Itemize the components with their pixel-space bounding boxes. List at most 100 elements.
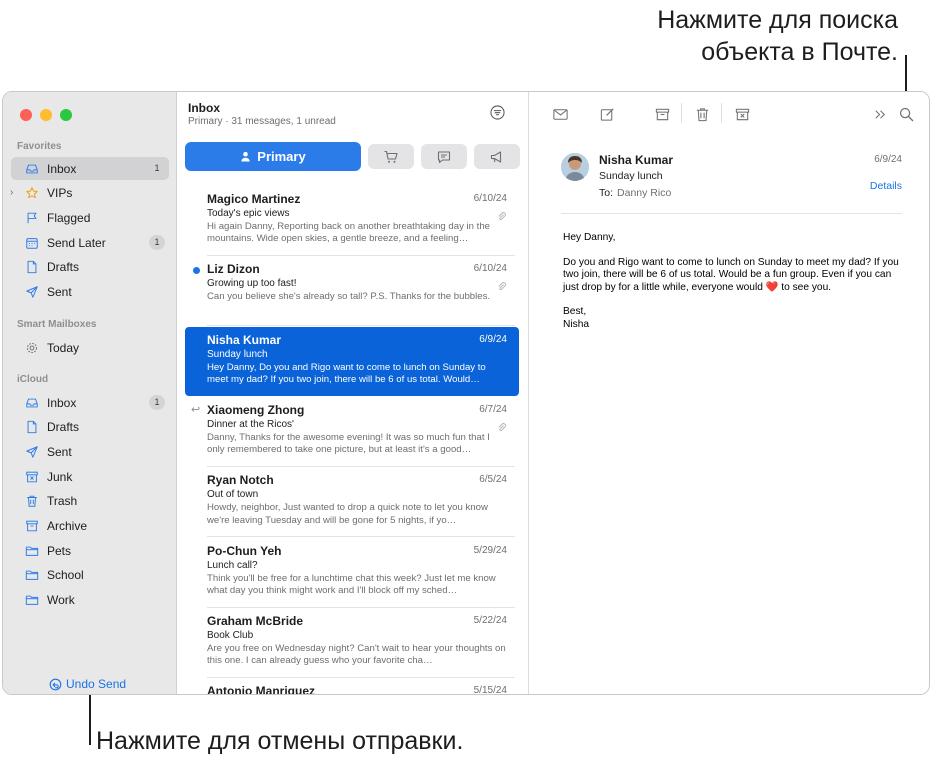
mailbox-subtitle: Primary · 31 messages, 1 unread — [188, 116, 336, 127]
sidebar-item-label: Inbox — [47, 395, 77, 410]
body-paragraph: Do you and Rigo want to come to lunch on… — [563, 257, 908, 295]
archive-button[interactable] — [653, 105, 671, 123]
sidebar-item-label: Pets — [47, 543, 72, 558]
message-subject: Sunday lunch — [207, 348, 268, 360]
sidebar-item-pets[interactable]: Pets — [11, 539, 169, 562]
search-button[interactable] — [897, 105, 915, 123]
message-list-item[interactable]: Antonio Manriquez 5/15/24 — [185, 678, 519, 695]
unread-count-badge: 1 — [149, 235, 165, 251]
sender-name: Ryan Notch — [207, 473, 274, 488]
replied-arrow-icon: ↩ — [191, 403, 201, 416]
tab-transactions[interactable] — [368, 144, 414, 169]
message-preview: Howdy, neighbor, Just wanted to drop a q… — [207, 502, 488, 526]
inbox-icon — [25, 396, 39, 410]
tab-primary[interactable]: Primary — [185, 142, 361, 171]
sidebar-item-label: Trash — [47, 494, 78, 509]
body-text: Do you and Rigo want to come to lunch on… — [563, 256, 899, 293]
sidebar-item-today[interactable]: Today — [11, 336, 169, 359]
message-subject: Out of town — [207, 489, 259, 501]
window-controls — [20, 109, 72, 121]
star-icon — [25, 186, 39, 200]
trash-icon — [696, 107, 708, 121]
paperplane-icon — [25, 285, 39, 299]
sidebar-item-sent[interactable]: Sent — [11, 440, 169, 463]
inbox-icon — [25, 162, 39, 176]
search-icon — [899, 107, 913, 121]
unread-count-badge: 1 — [149, 395, 165, 410]
sidebar-item-label: School — [47, 568, 84, 583]
minimize-window-button[interactable] — [40, 109, 52, 121]
trash-button[interactable] — [693, 105, 711, 123]
tab-primary-label: Primary — [257, 149, 306, 164]
message-date: 6/9/24 — [479, 333, 507, 345]
message-list-item[interactable]: Po-Chun Yeh 5/29/24 Lunch call? Think you'l… — [185, 538, 519, 608]
search-callout: Нажмите для поиска объекта в Почте. — [657, 6, 898, 66]
sidebar-item-inbox[interactable]: Inbox 1 — [11, 391, 169, 414]
message-date: 6/10/24 — [473, 263, 507, 275]
undo-send-button[interactable]: Undo Send — [49, 677, 126, 691]
sidebar-item-archive[interactable]: Archive — [11, 515, 169, 538]
tab-promotions[interactable] — [474, 144, 520, 169]
sidebar-item-label: Send Later — [47, 235, 106, 250]
sidebar-item-label: Today — [47, 340, 80, 355]
sidebar-item-inbox[interactable]: Inbox 1 — [11, 157, 169, 180]
tab-updates[interactable] — [421, 144, 467, 169]
mail-window: Favorites Inbox 1 › VIPs Flagged Send Later 1 D… — [2, 91, 930, 695]
more-toolbar-button[interactable] — [871, 105, 889, 123]
sender-name: Graham McBride — [207, 613, 304, 628]
sidebar-item-drafts[interactable]: Drafts — [11, 416, 169, 439]
message-list-item[interactable]: Liz Dizon 6/10/24 Growing up too fast! Can … — [185, 256, 519, 327]
archive-icon — [25, 519, 39, 533]
get-mail-button[interactable] — [551, 105, 569, 123]
sender-name: Nisha Kumar — [207, 332, 282, 347]
sidebar-item-send-later[interactable]: Send Later 1 — [11, 231, 169, 254]
paperclip-icon — [497, 279, 507, 291]
message-date: 5/15/24 — [473, 685, 507, 695]
icloud-section-title: iCloud — [17, 374, 49, 385]
close-window-button[interactable] — [20, 109, 32, 121]
sidebar-item-vips[interactable]: › VIPs — [10, 182, 169, 205]
message-subject: Growing up too fast! — [207, 278, 297, 290]
sidebar-item-label: VIPs — [47, 186, 73, 201]
sidebar-item-junk[interactable]: Junk — [11, 465, 169, 488]
sidebar-item-drafts[interactable]: Drafts — [11, 256, 169, 279]
sender-name: Antonio Manriquez — [207, 684, 315, 695]
sidebar-item-sent[interactable]: Sent — [11, 281, 169, 304]
message-body: Hey Danny, Do you and Rigo want to come … — [563, 232, 908, 344]
to-label: To: — [599, 187, 614, 199]
zoom-window-button[interactable] — [60, 109, 72, 121]
envelope-icon — [552, 108, 568, 120]
message-list-item[interactable]: Graham McBride 5/22/24 Book Club Are you fr… — [185, 608, 519, 678]
message-list-item[interactable]: Nisha Kumar 6/9/24 Sunday lunch Hey Danny, … — [185, 326, 519, 396]
message-date: 6/7/24 — [479, 403, 507, 415]
message-subject: Dinner at the Ricos' — [207, 418, 294, 430]
smart-mailboxes-section-title: Smart Mailboxes — [17, 319, 97, 330]
message-list-pane: Inbox Primary · 31 messages, 1 unread Pr… — [177, 92, 529, 694]
filter-icon[interactable] — [490, 105, 505, 120]
junk-button[interactable] — [733, 105, 751, 123]
undo-icon — [49, 678, 62, 690]
sidebar-item-school[interactable]: School — [11, 564, 169, 587]
sidebar-item-label: Inbox — [47, 161, 77, 176]
sidebar-item-label: Drafts — [47, 420, 80, 435]
sidebar-item-label: Flagged — [47, 210, 91, 225]
details-link[interactable]: Details — [870, 180, 902, 192]
chevron-right-icon[interactable]: › — [10, 187, 13, 198]
compose-button[interactable] — [598, 105, 616, 123]
archive-icon — [655, 108, 669, 120]
message-list-item[interactable]: Ryan Notch 6/5/24 Out of town Howdy, neighb… — [185, 467, 519, 538]
document-icon — [25, 420, 39, 434]
heart-emoji: ❤️ — [765, 281, 779, 293]
sidebar-item-label: Work — [47, 593, 75, 608]
message-list-item[interactable]: Xiaomeng Zhong 6/7/24 Dinner at the Ricos'… — [185, 397, 519, 467]
sidebar-item-label: Drafts — [47, 260, 80, 275]
paperclip-icon — [497, 420, 507, 431]
sidebar-item-flagged[interactable]: Flagged — [11, 206, 169, 229]
sidebar-item-trash[interactable]: Trash — [11, 490, 169, 513]
sidebar-item-work[interactable]: Work — [11, 589, 169, 612]
paperplane-icon — [25, 445, 39, 459]
person-icon — [241, 151, 250, 162]
message-list-item[interactable]: Magico Martinez 6/10/24 Today's epic views… — [185, 186, 519, 256]
message-preview: Hi again Danny, Reporting back on anothe… — [207, 221, 491, 245]
reading-pane: Nisha Kumar Sunday lunch To: Danny Rico 6… — [530, 92, 929, 694]
